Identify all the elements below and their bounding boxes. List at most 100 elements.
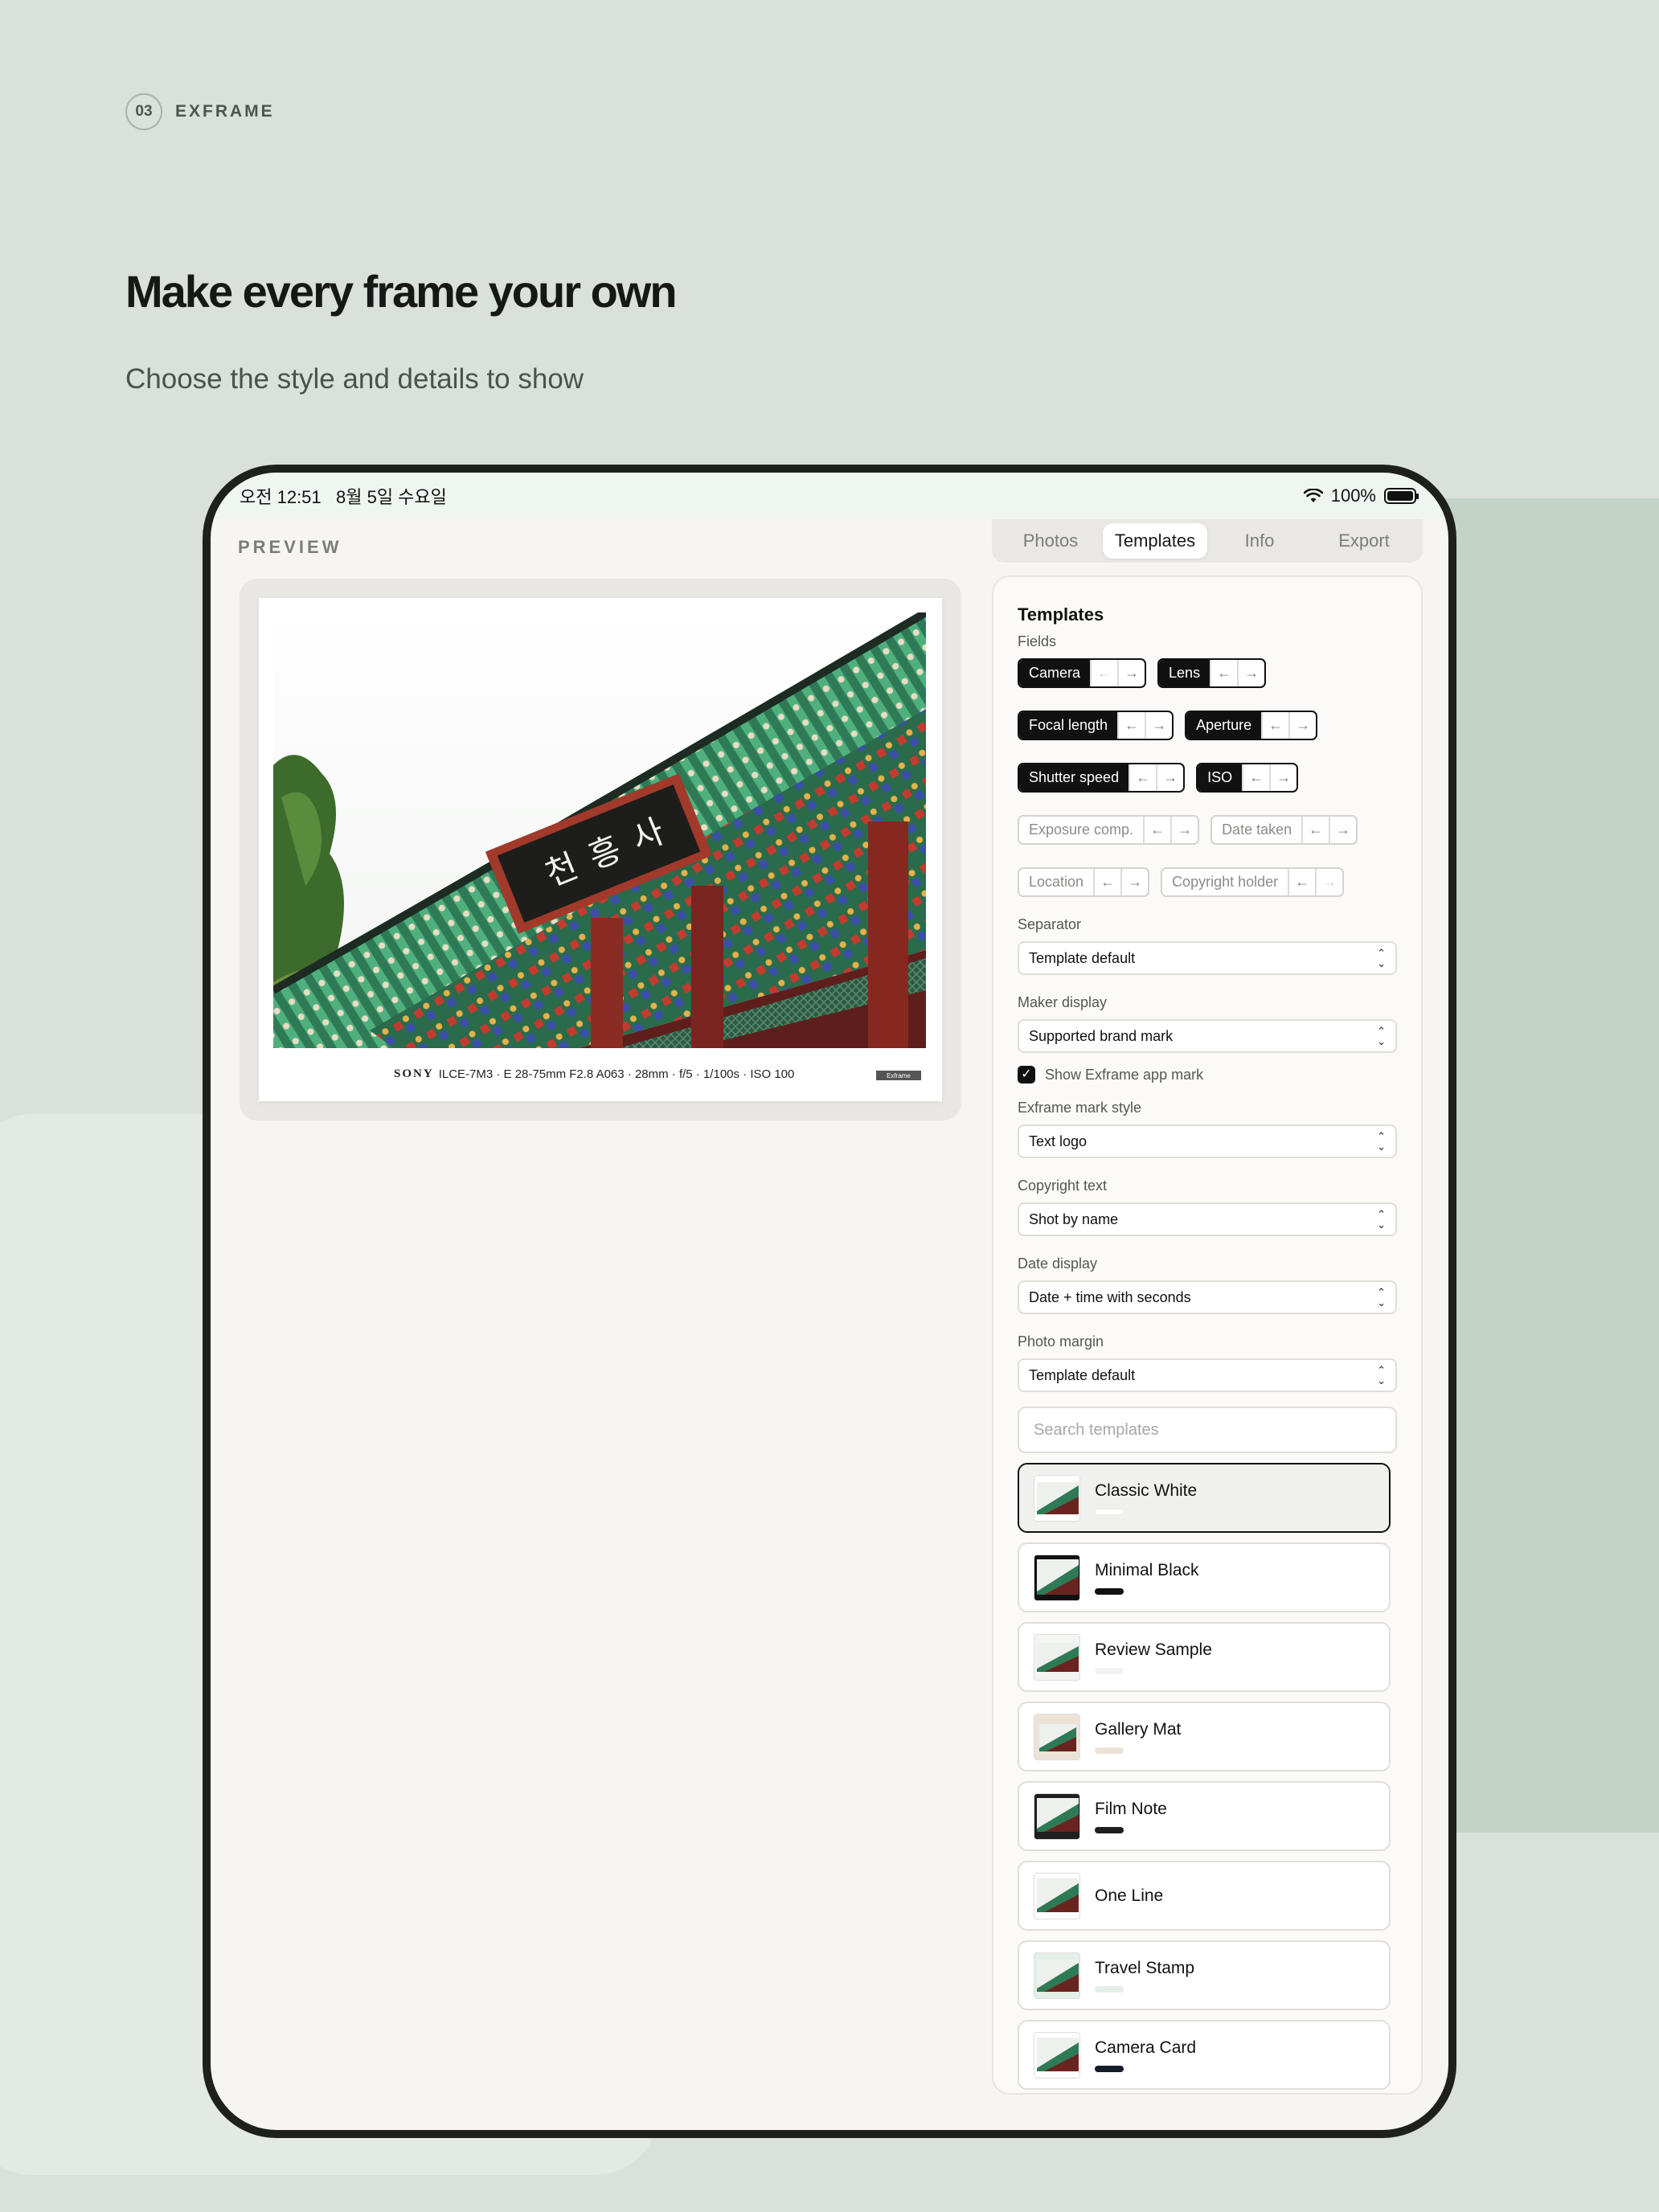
template-item-review-sample[interactable]: Review Sample (1018, 1622, 1391, 1692)
chip-label: Exposure comp. (1029, 821, 1134, 838)
status-bar: 오전 12:51 8월 5일 수요일 100% (211, 473, 1448, 519)
tab-info[interactable]: Info (1207, 523, 1312, 559)
photo-margin-select[interactable]: Template default ⌃ ⌄ (1018, 1358, 1397, 1392)
move-left-icon[interactable]: ← (1117, 712, 1145, 739)
separator-select[interactable]: Template default ⌃ ⌄ (1018, 941, 1397, 975)
template-list: Classic White Minimal Black Review Sampl… (1018, 1463, 1397, 2090)
separator-label: Separator (1018, 916, 1082, 932)
template-thumbnail (1034, 1713, 1080, 1760)
mark-style-label: Exframe mark style (1018, 1100, 1142, 1116)
tab-export[interactable]: Export (1312, 523, 1416, 559)
photo-margin-label: Photo margin (1018, 1333, 1104, 1350)
select-value: Supported brand mark (1029, 1027, 1174, 1044)
photo-temple: 천 흥 사 (273, 612, 926, 1048)
select-value: Date + time with seconds (1029, 1288, 1191, 1305)
move-left-icon[interactable]: ← (1301, 817, 1329, 843)
template-item-gallery-mat[interactable]: Gallery Mat (1018, 1702, 1391, 1772)
template-item-minimal-black[interactable]: Minimal Black (1018, 1542, 1391, 1612)
template-item-camera-card[interactable]: Camera Card (1018, 2020, 1391, 2090)
maker-display-label: Maker display (1018, 994, 1108, 1010)
template-item-film-note[interactable]: Film Note (1018, 1781, 1391, 1851)
field-chip-focal-length[interactable]: Focal length ← → (1018, 711, 1174, 740)
template-thumbnail (1034, 2031, 1080, 2079)
field-chip-shutter-speed[interactable]: Shutter speed ← → (1018, 763, 1186, 793)
chevron-up-down-icon: ⌃ ⌄ (1377, 947, 1386, 969)
field-chip-camera[interactable]: Camera ← → (1018, 658, 1147, 688)
move-right-icon[interactable]: → (1145, 712, 1172, 739)
move-right-icon[interactable]: → (1237, 660, 1264, 686)
battery-percent: 100% (1330, 485, 1376, 506)
show-mark-row[interactable]: ✓ Show Exframe app mark (1018, 1066, 1397, 1083)
move-left-icon[interactable]: ← (1210, 660, 1237, 686)
fields-label: Fields (1018, 633, 1057, 649)
move-right-icon[interactable]: → (1120, 869, 1148, 895)
select-value: Text logo (1029, 1133, 1088, 1149)
template-name: Camera Card (1095, 2038, 1197, 2057)
template-thumbnail (1034, 1872, 1080, 1919)
status-indicators: 100% (1303, 485, 1419, 506)
move-left-icon[interactable]: ← (1261, 712, 1288, 739)
move-left-icon[interactable]: ← (1093, 869, 1120, 895)
mark-style-select[interactable]: Text logo ⌃ ⌄ (1018, 1124, 1397, 1158)
move-left-icon[interactable]: ← (1143, 817, 1170, 843)
template-name: Gallery Mat (1095, 1719, 1182, 1739)
select-value: Template default (1029, 949, 1136, 966)
template-item-travel-stamp[interactable]: Travel Stamp (1018, 1940, 1391, 2010)
templates-panel: Templates Fields Camera ← → Lens ← → Foc… (992, 576, 1423, 2095)
battery-icon (1384, 488, 1419, 504)
field-chip-copyright-holder[interactable]: Copyright holder ← → (1161, 867, 1345, 897)
field-chip-aperture[interactable]: Aperture ← → (1185, 711, 1318, 740)
chevron-up-down-icon: ⌃ ⌄ (1377, 1208, 1386, 1231)
template-name: Film Note (1095, 1799, 1167, 1818)
move-right-icon[interactable]: → (1269, 764, 1296, 791)
checkmark-icon[interactable]: ✓ (1018, 1066, 1035, 1083)
template-thumbnail (1034, 1792, 1080, 1840)
move-right-icon[interactable]: → (1156, 764, 1183, 791)
move-right-icon[interactable]: → (1117, 660, 1145, 686)
tab-templates[interactable]: Templates (1103, 523, 1207, 559)
template-item-one-line[interactable]: One Line (1018, 1861, 1391, 1931)
tablet-device: 오전 12:51 8월 5일 수요일 100% PREVIEW 천 흥 사 SO… (203, 465, 1456, 2138)
template-item-classic-white[interactable]: Classic White (1018, 1463, 1391, 1533)
section-number: 03 (125, 93, 162, 130)
copyright-select[interactable]: Shot by name ⌃ ⌄ (1018, 1202, 1397, 1236)
date-display-select[interactable]: Date + time with seconds ⌃ ⌄ (1018, 1280, 1397, 1314)
headline: Make every frame your own (125, 266, 678, 317)
move-right-icon[interactable]: → (1288, 712, 1316, 739)
search-templates-input[interactable] (1018, 1407, 1397, 1453)
chip-label: ISO (1198, 764, 1243, 791)
field-chip-exposure-comp[interactable]: Exposure comp. ← → (1018, 815, 1200, 845)
temple-photo-image: 천 흥 사 (273, 612, 926, 1048)
wifi-icon (1303, 489, 1323, 502)
move-right-icon[interactable]: → (1170, 817, 1198, 843)
framed-photo: 천 흥 사 SONY ILCE-7M3 · E 28-75mm F2.8 A06… (259, 598, 942, 1101)
section-label: EXFRAME (175, 102, 275, 121)
status-time: 오전 12:51 (240, 487, 322, 507)
chevron-up-down-icon: ⌃ ⌄ (1377, 1025, 1386, 1047)
field-chip-location[interactable]: Location ← → (1018, 867, 1150, 897)
move-left-icon[interactable]: ← (1129, 764, 1156, 791)
move-right-icon[interactable]: → (1329, 817, 1356, 843)
template-swatch (1095, 1826, 1124, 1833)
preview-label: PREVIEW (238, 537, 342, 557)
template-swatch (1095, 1985, 1124, 1993)
copyright-label: Copyright text (1018, 1178, 1108, 1194)
tab-photos[interactable]: Photos (998, 523, 1103, 559)
template-name: Review Sample (1095, 1640, 1212, 1659)
field-chip-iso[interactable]: ISO ← → (1196, 763, 1299, 793)
move-right-icon[interactable]: → (1315, 869, 1342, 895)
field-chip-date-taken[interactable]: Date taken ← → (1210, 815, 1358, 845)
maker-display-select[interactable]: Supported brand mark ⌃ ⌄ (1018, 1019, 1397, 1053)
segmented-tabs: Photos Templates Info Export (992, 519, 1423, 563)
move-left-icon[interactable]: ← (1090, 660, 1117, 686)
chevron-up-down-icon: ⌃ ⌄ (1377, 1130, 1386, 1153)
move-left-icon[interactable]: ← (1242, 764, 1269, 791)
field-chip-lens[interactable]: Lens ← → (1157, 658, 1267, 688)
template-thumbnail (1034, 1554, 1080, 1601)
exframe-mark: Exframe (876, 1071, 921, 1080)
move-left-icon[interactable]: ← (1288, 869, 1315, 895)
chip-label: Focal length (1019, 712, 1118, 739)
template-name: Travel Stamp (1095, 1958, 1195, 1977)
template-name: Minimal Black (1095, 1560, 1199, 1579)
chip-label: Copyright holder (1172, 874, 1279, 890)
